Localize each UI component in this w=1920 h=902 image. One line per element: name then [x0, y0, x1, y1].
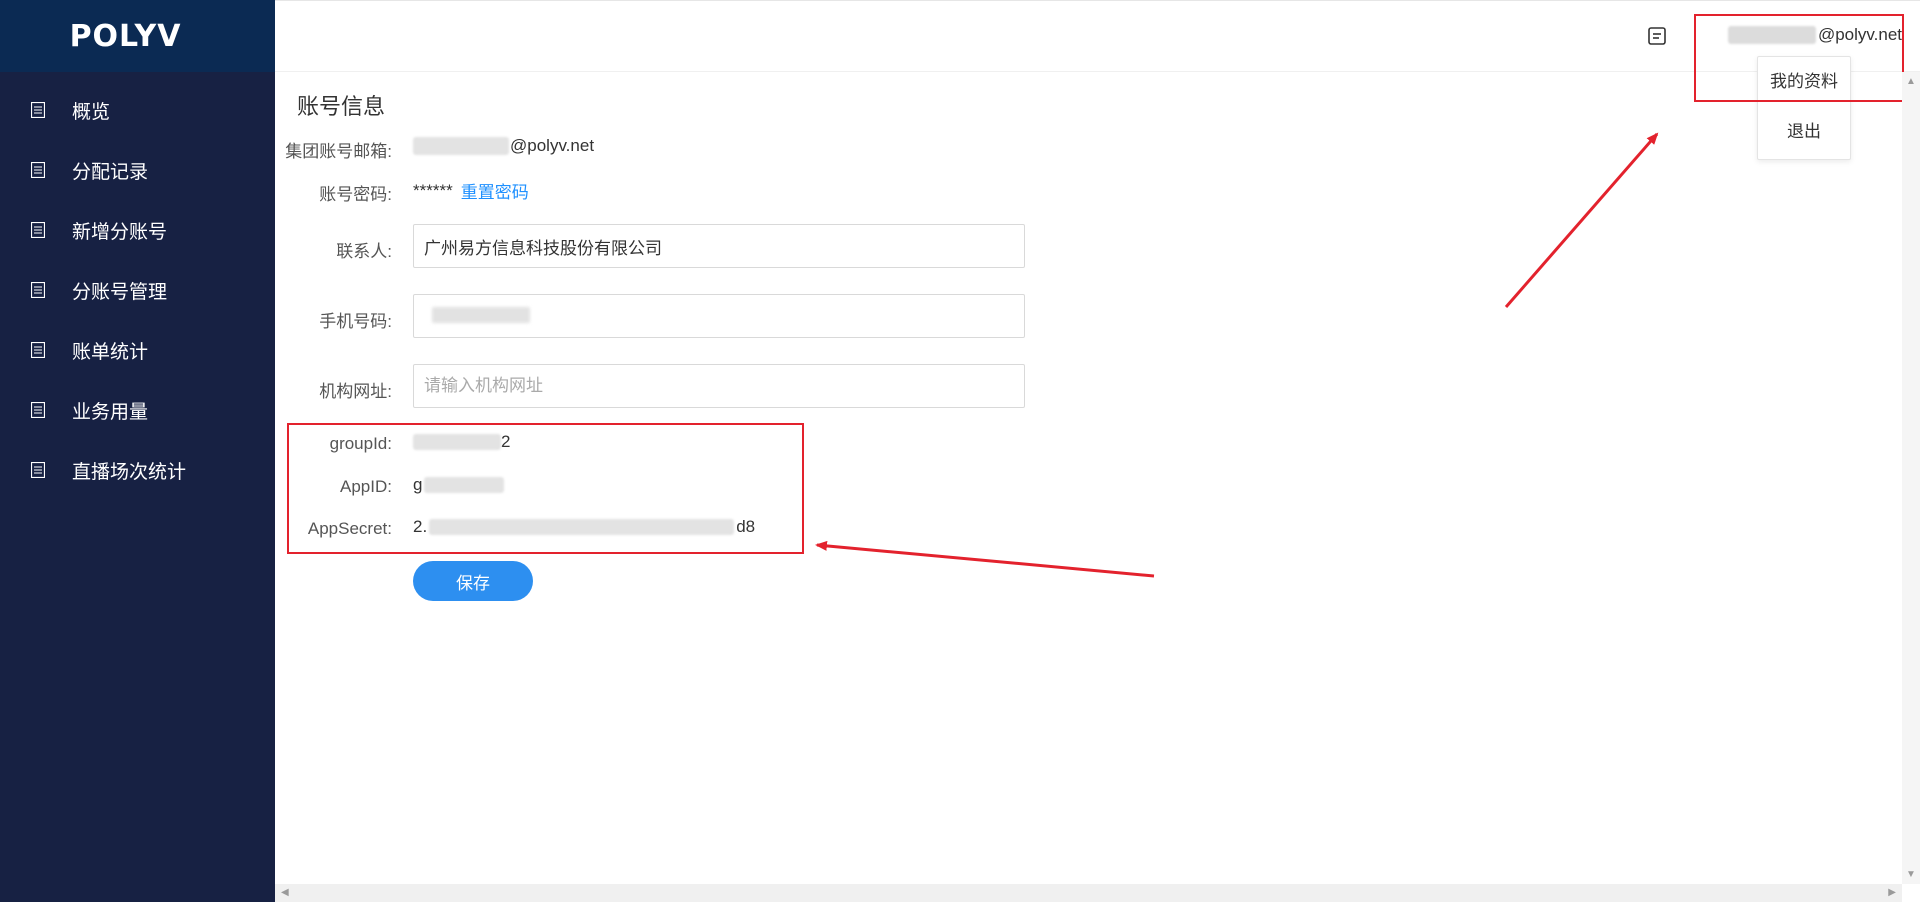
arrow-to-user-menu — [1504, 132, 1659, 308]
sidebar-item-label: 分账号管理 — [72, 281, 168, 303]
sidebar-item-label: 账单统计 — [72, 341, 149, 363]
sidebar-item-label: 直播场次统计 — [72, 461, 187, 483]
page-title: 账号信息 — [297, 94, 386, 119]
sidebar-item-business-usage[interactable]: 业务用量 — [0, 380, 275, 440]
sidebar-item-label: 分配记录 — [72, 161, 149, 183]
scroll-left-icon[interactable]: ◀ — [281, 887, 289, 898]
sidebar-item-label: 业务用量 — [72, 401, 149, 423]
group-email-label: 集团账号邮箱: — [285, 142, 392, 161]
arrow-to-credentials — [815, 540, 1155, 578]
document-icon — [31, 342, 45, 358]
scroll-right-icon[interactable]: ▶ — [1888, 887, 1896, 898]
document-icon — [31, 102, 45, 118]
document-icon — [31, 402, 45, 418]
site-label: 机构网址: — [319, 382, 392, 401]
scroll-down-icon[interactable]: ▼ — [1906, 869, 1916, 880]
password-label: 账号密码: — [319, 185, 392, 204]
sidebar-item-add-sub-account[interactable]: 新增分账号 — [0, 200, 275, 260]
highlight-box-credentials — [287, 423, 804, 554]
vertical-scrollbar[interactable]: ▲ ▼ — [1902, 72, 1920, 884]
redacted-phone — [432, 307, 530, 323]
scroll-up-icon[interactable]: ▲ — [1906, 76, 1916, 87]
redacted-email-prefix — [413, 137, 509, 155]
logo-text: POLYV — [69, 18, 182, 54]
sidebar-item-sub-account-management[interactable]: 分账号管理 — [0, 260, 275, 320]
password-value: ****** 重置密码 — [413, 178, 529, 203]
sidebar-item-billing-statistics[interactable]: 账单统计 — [0, 320, 275, 380]
phone-label: 手机号码: — [319, 312, 392, 331]
save-button[interactable]: 保存 — [413, 561, 533, 601]
logo[interactable]: POLYV — [0, 0, 275, 72]
site-input[interactable] — [413, 364, 1025, 408]
logout-item[interactable]: 退出 — [1758, 107, 1850, 157]
contact-label: 联系人: — [336, 242, 392, 261]
sidebar-menu: 概览 分配记录 新增分账号 分账号管理 账单统计 业务用量 直播场次统计 — [0, 80, 275, 500]
document-icon — [31, 162, 45, 178]
sidebar-item-live-session-statistics[interactable]: 直播场次统计 — [0, 440, 275, 500]
top-bar: @polyv.net — [275, 0, 1920, 72]
sidebar-item-label: 新增分账号 — [72, 221, 168, 243]
sidebar-item-overview[interactable]: 概览 — [0, 80, 275, 140]
document-icon — [31, 282, 45, 298]
password-mask: ****** — [413, 180, 453, 200]
message-icon[interactable] — [1648, 27, 1666, 45]
document-icon — [31, 462, 45, 478]
sidebar: POLYV 概览 分配记录 新增分账号 分账号管理 账单统计 业务用量 直播场次… — [0, 0, 275, 902]
document-icon — [31, 222, 45, 238]
contact-input[interactable] — [413, 224, 1025, 268]
sidebar-item-allocation-records[interactable]: 分配记录 — [0, 140, 275, 200]
group-email-value: @polyv.net — [413, 136, 594, 156]
highlight-box-user-menu — [1694, 14, 1904, 102]
sidebar-item-label: 概览 — [72, 101, 111, 123]
group-email-suffix: @polyv.net — [510, 136, 595, 155]
horizontal-scrollbar[interactable]: ◀ ▶ — [275, 884, 1902, 902]
reset-password-link[interactable]: 重置密码 — [461, 178, 529, 203]
